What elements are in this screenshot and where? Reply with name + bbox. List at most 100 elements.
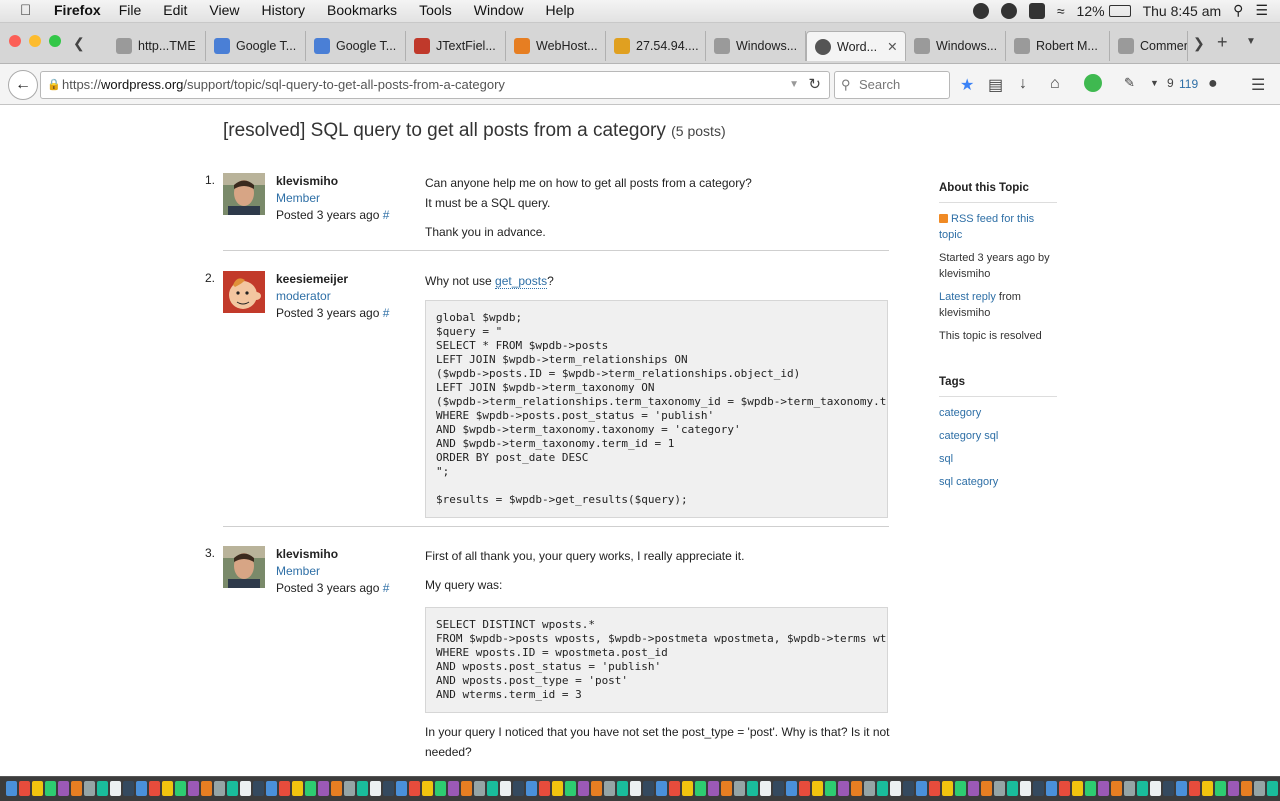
- dock-app-icon[interactable]: [58, 781, 69, 796]
- dock-app-icon[interactable]: [500, 781, 511, 796]
- dock-app-icon[interactable]: [617, 781, 628, 796]
- dock-app-icon[interactable]: [1254, 781, 1265, 796]
- close-tab-icon[interactable]: ✕: [887, 39, 897, 54]
- zoom-window-button[interactable]: [49, 35, 61, 47]
- dock-app-icon[interactable]: [84, 781, 95, 796]
- dock-app-icon[interactable]: [1111, 781, 1122, 796]
- dock-app-icon[interactable]: [110, 781, 121, 796]
- menu-view[interactable]: View: [209, 2, 239, 18]
- tab-jtextfield[interactable]: JTextFiel...: [406, 31, 506, 61]
- dock-app-icon[interactable]: [279, 781, 290, 796]
- reading-list-icon[interactable]: ▤: [988, 75, 1003, 95]
- dock-app-icon[interactable]: [669, 781, 680, 796]
- hamburger-menu-icon[interactable]: ☰: [1251, 75, 1265, 95]
- search-box[interactable]: ⚲ Search: [834, 71, 950, 99]
- dock-app-icon[interactable]: [1176, 781, 1187, 796]
- new-tab-button[interactable]: +: [1217, 32, 1228, 53]
- dock-app-icon[interactable]: [890, 781, 901, 796]
- dock-app-icon[interactable]: [994, 781, 1005, 796]
- dock-app-icon[interactable]: [331, 781, 342, 796]
- status-script-icon[interactable]: [1028, 2, 1045, 19]
- tab-http-tme[interactable]: http...TME: [108, 31, 206, 61]
- tab-robert-m[interactable]: Robert M...: [1006, 31, 1110, 61]
- rss-feed-link[interactable]: RSS feed for this topic: [939, 213, 1034, 241]
- dock-app-icon[interactable]: [97, 781, 108, 796]
- dock-app-icon[interactable]: [422, 781, 433, 796]
- dock-app-icon[interactable]: [786, 781, 797, 796]
- dock-app-icon[interactable]: [955, 781, 966, 796]
- dock-app-icon[interactable]: [1150, 781, 1161, 796]
- dock-app-icon[interactable]: [942, 781, 953, 796]
- avatar[interactable]: [223, 546, 265, 588]
- dock-app-icon[interactable]: [6, 781, 17, 796]
- dropdown-arrow-icon[interactable]: ▼: [1150, 78, 1159, 88]
- dock-app-icon[interactable]: [318, 781, 329, 796]
- dock-app-icon[interactable]: [409, 781, 420, 796]
- dock-app-icon[interactable]: [630, 781, 641, 796]
- spotlight-search-icon[interactable]: ⚲: [1233, 2, 1243, 19]
- dock-app-icon[interactable]: [344, 781, 355, 796]
- dock-app-icon[interactable]: [45, 781, 56, 796]
- post-permalink[interactable]: #: [383, 581, 390, 595]
- post-permalink[interactable]: #: [383, 306, 390, 320]
- dock-app-icon[interactable]: [695, 781, 706, 796]
- dock-app-icon[interactable]: [760, 781, 771, 796]
- dock-app-icon[interactable]: [513, 781, 524, 796]
- menu-tools[interactable]: Tools: [419, 2, 452, 18]
- avatar[interactable]: [223, 173, 265, 215]
- dock-app-icon[interactable]: [149, 781, 160, 796]
- tabs-scroll-left-icon[interactable]: ❮: [73, 35, 85, 52]
- dock-app-icon[interactable]: [682, 781, 693, 796]
- close-window-button[interactable]: [9, 35, 21, 47]
- dock-app-icon[interactable]: [1020, 781, 1031, 796]
- tag-sql[interactable]: sql: [939, 453, 953, 465]
- battery-icon[interactable]: [1108, 4, 1131, 17]
- badge-count-9[interactable]: 9: [1167, 76, 1174, 90]
- avatar[interactable]: [223, 271, 265, 313]
- wifi-icon[interactable]: ≈: [1057, 3, 1065, 19]
- notification-center-icon[interactable]: ☰: [1255, 2, 1268, 19]
- dock-app-icon[interactable]: [201, 781, 212, 796]
- dock-app-icon[interactable]: [292, 781, 303, 796]
- tab-pma-ip[interactable]: 27.54.94....: [606, 31, 706, 61]
- clock[interactable]: Thu 8:45 am: [1143, 3, 1222, 19]
- author-name[interactable]: klevismiho: [276, 546, 389, 563]
- author-name[interactable]: keesiemeijer: [276, 271, 389, 288]
- dock-app-icon[interactable]: [123, 781, 134, 796]
- dock-app-icon[interactable]: [1098, 781, 1109, 796]
- status-app-icon[interactable]: [972, 2, 989, 19]
- lock-icon[interactable]: 🔒: [47, 72, 61, 98]
- get-posts-link[interactable]: get_posts: [495, 274, 548, 289]
- dock-app-icon[interactable]: [136, 781, 147, 796]
- tabs-scroll-right-icon[interactable]: ❯: [1193, 35, 1205, 52]
- latest-reply-link[interactable]: Latest reply: [939, 291, 996, 303]
- status-b-icon[interactable]: [1000, 2, 1017, 19]
- dock-app-icon[interactable]: [305, 781, 316, 796]
- menu-bookmarks[interactable]: Bookmarks: [327, 2, 397, 18]
- dock-app-icon[interactable]: [1137, 781, 1148, 796]
- menu-file[interactable]: File: [119, 2, 142, 18]
- dock-app-icon[interactable]: [747, 781, 758, 796]
- dock-app-icon[interactable]: [578, 781, 589, 796]
- home-icon[interactable]: ⌂: [1050, 75, 1060, 93]
- dock-app-icon[interactable]: [370, 781, 381, 796]
- dock-app-icon[interactable]: [916, 781, 927, 796]
- tab-google-translate-1[interactable]: Google T...: [206, 31, 306, 61]
- dock-app-icon[interactable]: [552, 781, 563, 796]
- reload-icon[interactable]: ↻: [808, 72, 821, 98]
- dock-app-icon[interactable]: [799, 781, 810, 796]
- dock-app-icon[interactable]: [188, 781, 199, 796]
- extension-green-icon[interactable]: [1084, 74, 1102, 92]
- dock-app-icon[interactable]: [266, 781, 277, 796]
- dock-app-icon[interactable]: [1007, 781, 1018, 796]
- menu-help[interactable]: Help: [546, 2, 575, 18]
- dock-app-icon[interactable]: [396, 781, 407, 796]
- dock-app-icon[interactable]: [1072, 781, 1083, 796]
- dock-app-icon[interactable]: [591, 781, 602, 796]
- dock-app-icon[interactable]: [1059, 781, 1070, 796]
- dock-app-icon[interactable]: [903, 781, 914, 796]
- dock-app-icon[interactable]: [448, 781, 459, 796]
- dock-app-icon[interactable]: [981, 781, 992, 796]
- dock-app-icon[interactable]: [240, 781, 251, 796]
- dock-app-icon[interactable]: [539, 781, 550, 796]
